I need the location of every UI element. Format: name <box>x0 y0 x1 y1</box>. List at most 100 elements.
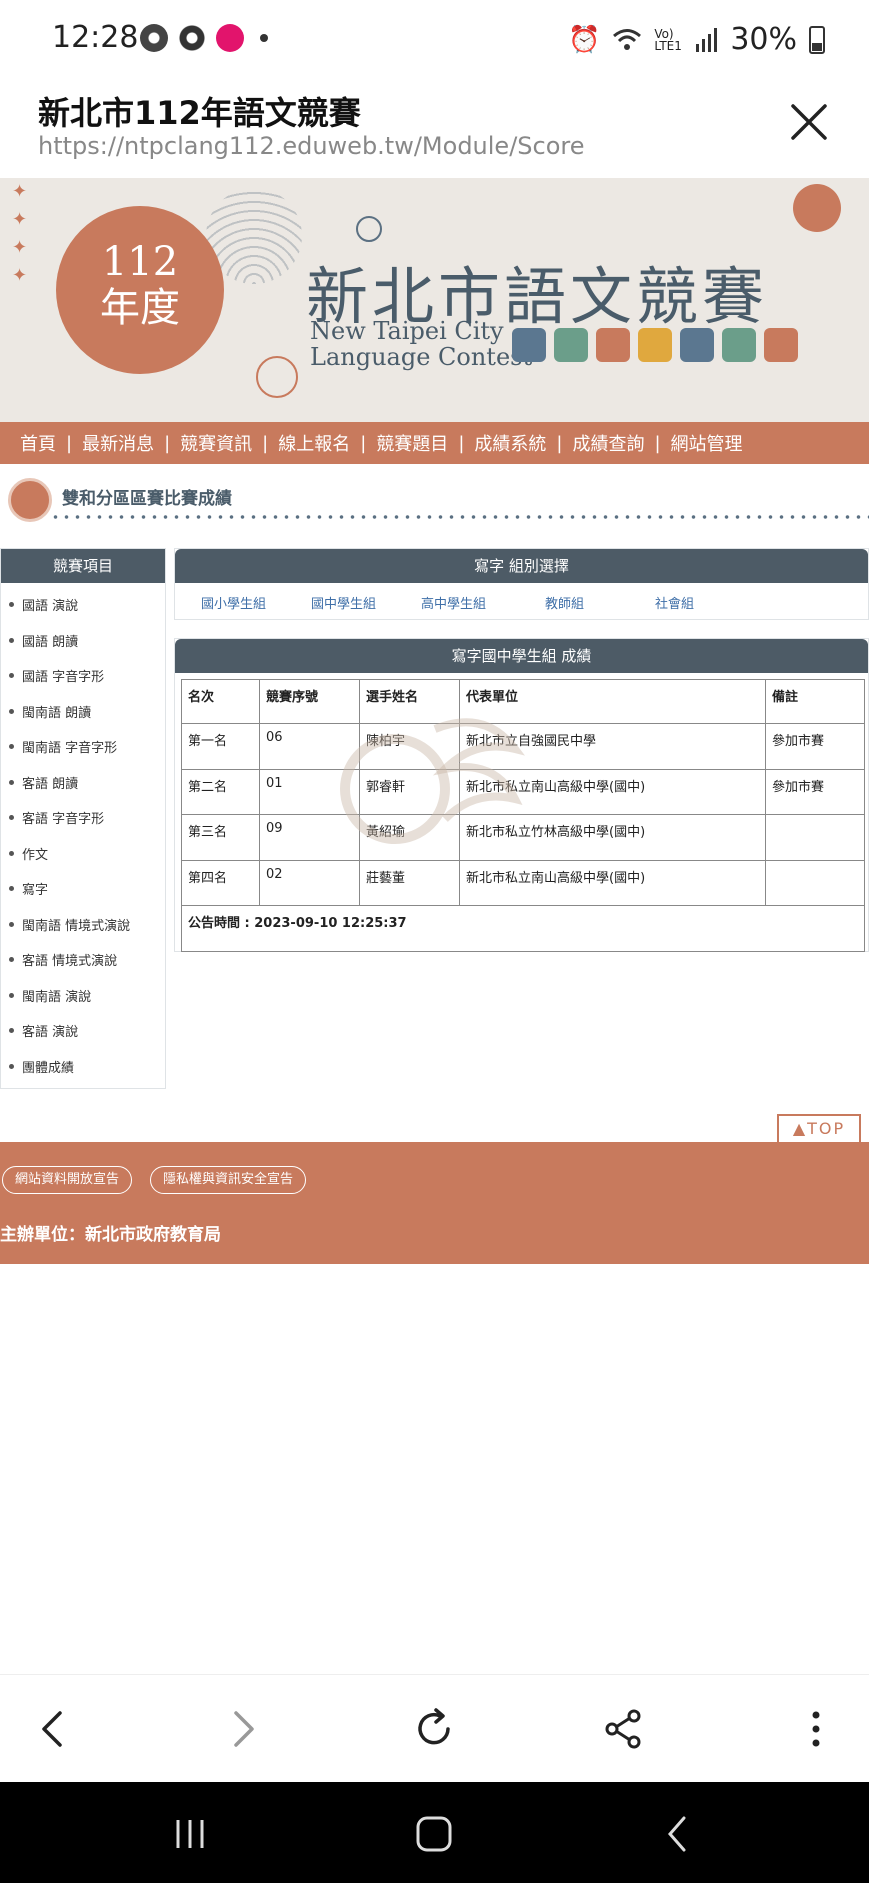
writing-icon <box>596 328 630 362</box>
group-select-header: 寫字 組別選擇 <box>175 549 868 583</box>
nav-score-system[interactable]: 成績系統 <box>474 430 546 456</box>
timer-icon <box>178 24 206 52</box>
sidebar-item-mandarin-reading[interactable]: 國語 朗讀 <box>1 623 165 659</box>
column-header: 競賽序號 <box>259 679 360 724</box>
sidebar-list: 國語 演說 國語 朗讀 國語 字音字形 閩南語 朗讀 閩南語 字音字形 客語 朗… <box>1 583 165 1088</box>
battery-percent: 30% <box>730 22 797 57</box>
sidebar-item-label: 國語 朗讀 <box>22 634 79 650</box>
more-notifications-dot <box>260 34 268 42</box>
browser-header: 新北市112年語文競賽 https://ntpclang112.eduweb.t… <box>0 82 869 178</box>
sidebar-item-minnan-situational[interactable]: 閩南語 情境式演說 <box>1 907 165 943</box>
recent-apps-icon[interactable] <box>168 1812 212 1856</box>
sidebar-item-calligraphy[interactable]: 寫字 <box>1 871 165 907</box>
back-icon[interactable] <box>30 1705 78 1753</box>
rank-cell: 第四名 <box>181 859 260 906</box>
sidebar-item-essay[interactable]: 作文 <box>1 836 165 872</box>
network-label: Vo) LTE1 <box>654 26 682 53</box>
status-bar: 12:28 ⏰ Vo) LTE1 30% <box>0 0 869 82</box>
status-time: 12:28 <box>52 20 139 55</box>
sidebar-item-mandarin-speech[interactable]: 國語 演說 <box>1 587 165 623</box>
bullet-icon <box>9 673 14 679</box>
forward-icon[interactable] <box>218 1705 266 1753</box>
nav-score-query[interactable]: 成績查詢 <box>572 430 644 456</box>
year-suffix: 年度 <box>100 285 180 331</box>
sidebar-item-minnan-reading[interactable]: 閩南語 朗讀 <box>1 694 165 730</box>
serial-cell: 01 <box>259 768 360 815</box>
sidebar-item-mandarin-characters[interactable]: 國語 字音字形 <box>1 658 165 694</box>
status-right: ⏰ Vo) LTE1 30% <box>568 22 825 57</box>
sidebar-item-label: 閩南語 演說 <box>22 989 92 1005</box>
nav-register[interactable]: 線上報名 <box>278 430 350 456</box>
share-icon[interactable] <box>600 1705 648 1753</box>
bullet-icon <box>9 886 14 892</box>
sidebar-item-label: 團體成績 <box>22 1060 75 1076</box>
group-link-public[interactable]: 社會組 <box>655 593 694 612</box>
open-data-button[interactable]: 網站資料開放宣告 <box>2 1166 133 1194</box>
bullet-icon <box>9 1028 14 1034</box>
back-to-top-button[interactable]: ▲TOP <box>777 1114 861 1142</box>
column-header: 名次 <box>181 679 260 724</box>
close-icon[interactable] <box>787 100 831 144</box>
sidebar-item-label: 客語 字音字形 <box>22 812 105 828</box>
sidebar-item-label: 閩南語 字音字形 <box>22 741 118 757</box>
column-header: 代表單位 <box>459 679 766 724</box>
foodpanda-icon <box>216 24 244 52</box>
sidebar-item-hakka-reading[interactable]: 客語 朗讀 <box>1 765 165 801</box>
rank-cell: 第二名 <box>181 768 260 815</box>
year-number: 112 <box>101 239 179 285</box>
sidebar-item-label: 國語 演說 <box>22 599 79 615</box>
sidebar-item-hakka-characters[interactable]: 客語 字音字形 <box>1 800 165 836</box>
nav-news[interactable]: 最新消息 <box>82 430 154 456</box>
group-link-senior-high[interactable]: 高中學生組 <box>421 593 486 612</box>
bullet-icon <box>9 957 14 963</box>
android-nav-bar <box>0 1782 869 1883</box>
sidebar-item-label: 閩南語 朗讀 <box>22 705 92 721</box>
group-link-elementary[interactable]: 國小學生組 <box>201 593 266 612</box>
bopomofo-icon <box>680 328 714 362</box>
browser-toolbar <box>0 1674 869 1782</box>
bullet-icon <box>9 1063 14 1069</box>
more-options-icon[interactable] <box>792 1705 840 1753</box>
home-icon[interactable] <box>412 1812 456 1856</box>
stage-icon <box>764 328 798 362</box>
nav-topics[interactable]: 競賽題目 <box>376 430 448 456</box>
serial-cell: 02 <box>259 859 360 906</box>
year-badge: 112 年度 <box>56 206 224 374</box>
system-back-icon[interactable] <box>656 1812 700 1856</box>
nav-separator: | <box>66 432 73 454</box>
page-url[interactable]: https://ntpclang112.eduweb.tw/Module/Sco… <box>38 132 585 160</box>
main-nav: 首頁 | 最新消息 | 競賽資訊 | 線上報名 | 競賽題目 | 成績系統 | … <box>0 422 869 464</box>
sidebar-item-minnan-speech[interactable]: 閩南語 演說 <box>1 978 165 1014</box>
bullet-icon <box>9 637 14 643</box>
nav-separator: | <box>458 432 465 454</box>
bullet-icon <box>9 602 14 608</box>
decorative-ring-small <box>356 216 382 242</box>
section-header: 雙和分區區賽比賽成績 <box>0 474 869 530</box>
brush-icon <box>638 328 672 362</box>
nav-info[interactable]: 競賽資訊 <box>180 430 252 456</box>
note-cell <box>765 814 865 861</box>
sidebar-item-hakka-situational[interactable]: 客語 情境式演說 <box>1 942 165 978</box>
results-table: 名次 競賽序號 選手姓名 代表單位 備註 第一名 06 陳柏宇 新北市立自強國民… <box>181 679 865 952</box>
banner-english-title: New Taipei City Language Contest <box>310 318 532 370</box>
bullet-icon <box>9 708 14 714</box>
name-cell: 莊藝董 <box>359 859 460 906</box>
sidebar-item-hakka-speech[interactable]: 客語 演說 <box>1 1013 165 1049</box>
section-title: 雙和分區區賽比賽成績 <box>62 489 232 509</box>
sidebar-item-label: 國語 字音字形 <box>22 670 105 686</box>
group-link-junior-high[interactable]: 國中學生組 <box>311 593 376 612</box>
group-link-teacher[interactable]: 教師組 <box>545 593 584 612</box>
banner-english-line1: New Taipei City <box>310 317 504 345</box>
sidebar-item-team-results[interactable]: 團體成績 <box>1 1049 165 1085</box>
nav-admin[interactable]: 網站管理 <box>671 430 743 456</box>
nav-separator: | <box>654 432 661 454</box>
group-select-panel: 寫字 組別選擇 國小學生組 國中學生組 高中學生組 教師組 社會組 <box>174 548 869 620</box>
privacy-button[interactable]: 隱私權與資訊安全宣告 <box>150 1166 307 1194</box>
sidebar-item-minnan-characters[interactable]: 閩南語 字音字形 <box>1 729 165 765</box>
banner-english-line2: Language Contest <box>310 343 533 371</box>
chrome-icon <box>140 24 168 52</box>
nav-home[interactable]: 首頁 <box>20 430 56 456</box>
bullet-icon <box>9 815 14 821</box>
school-cell: 新北市私立竹林高級中學(國中) <box>459 814 766 861</box>
reload-icon[interactable] <box>410 1705 458 1753</box>
